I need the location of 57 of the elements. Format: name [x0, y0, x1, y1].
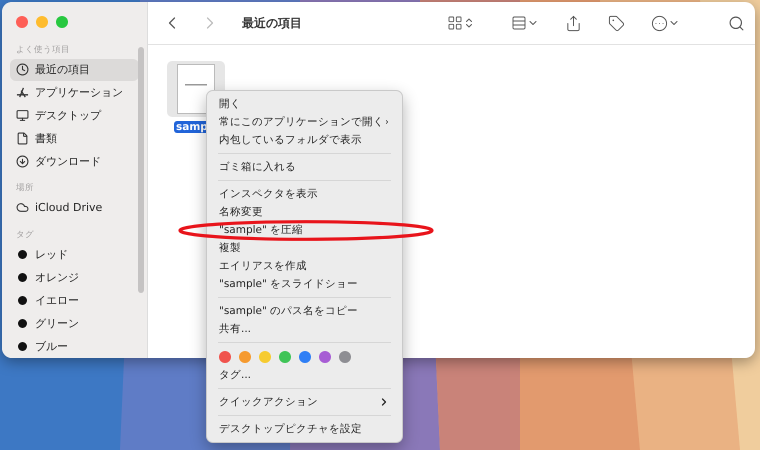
document-preview-icon: [177, 64, 215, 114]
menu-item[interactable]: "sample" をスライドショー: [213, 278, 396, 290]
sidebar-item[interactable]: オレンジ: [10, 266, 139, 289]
app-icon: [16, 86, 29, 100]
tag-dot-icon: [18, 318, 27, 328]
sidebar-item[interactable]: ブルー: [10, 335, 139, 358]
sidebar-item[interactable]: レッド: [10, 244, 139, 266]
tag-dot-icon: [18, 250, 27, 260]
tag-color-dot[interactable]: [259, 351, 271, 363]
tag-color-dot[interactable]: [339, 351, 351, 363]
menu-item[interactable]: 名称変更: [213, 206, 396, 218]
clock-icon: [16, 63, 29, 76]
window-control[interactable]: [56, 16, 68, 28]
window-control[interactable]: [16, 16, 28, 28]
tag-dot-icon: [18, 273, 27, 282]
menu-item[interactable]: 内包しているフォルダで表示: [213, 134, 396, 146]
menu-item[interactable]: デスクトップピクチャを設定: [213, 422, 396, 436]
monitor-icon: [16, 108, 29, 122]
tag-dot-icon: [18, 296, 27, 305]
tag-dot-icon: [18, 342, 27, 351]
sidebar-item[interactable]: 最近の項目: [10, 58, 139, 81]
menu-item[interactable]: インスペクタを表示: [213, 188, 396, 200]
download-icon: [16, 154, 29, 168]
tag-icon[interactable]: [608, 14, 625, 32]
menu-item[interactable]: 常にこのアプリケーションで開く: [213, 116, 396, 128]
tag-color-dot[interactable]: [299, 351, 311, 363]
menu-item[interactable]: エイリアスを作成: [213, 260, 396, 272]
tag-color-dot[interactable]: [239, 351, 251, 363]
updown-icon[interactable]: [463, 17, 475, 29]
sidebar-item[interactable]: グリーン: [10, 312, 139, 334]
share-icon[interactable]: [565, 14, 582, 32]
search-icon[interactable]: [728, 14, 745, 32]
menu-item[interactable]: ゴミ箱に入れる: [213, 160, 396, 174]
section-header: タグ: [16, 228, 35, 241]
tag-color-dot[interactable]: [319, 351, 331, 363]
more-icon[interactable]: [651, 14, 668, 32]
sidebar-item[interactable]: デスクトップ: [10, 104, 139, 126]
menu-item[interactable]: 複製: [213, 242, 396, 254]
sidebar-item[interactable]: ダウンロード: [10, 150, 139, 172]
document-icon: [16, 132, 29, 145]
grid-view-icon[interactable]: [447, 15, 463, 31]
cloud-icon: [16, 201, 29, 214]
tag-color-dot[interactable]: [219, 351, 231, 363]
section-header: 場所: [16, 182, 35, 194]
sidebar-item[interactable]: アプリケーション: [10, 82, 139, 104]
sidebar-item[interactable]: 書類: [10, 127, 139, 150]
section-header: よく使う項目: [16, 44, 71, 56]
menu-item[interactable]: クイックアクション: [213, 396, 396, 408]
sidebar-item[interactable]: イエロー: [10, 290, 139, 312]
sidebar-item[interactable]: iCloud Drive: [10, 197, 139, 219]
menu-item[interactable]: タグ...: [213, 368, 396, 382]
menu-item[interactable]: "sample" のパス名をコピー: [213, 304, 396, 318]
scrollbar[interactable]: [138, 47, 144, 293]
window-title: 最近の項目: [242, 14, 303, 32]
menu-item[interactable]: 開く: [213, 98, 396, 110]
tag-color-dot[interactable]: [279, 351, 291, 363]
menu-item[interactable]: 共有...: [213, 322, 396, 336]
